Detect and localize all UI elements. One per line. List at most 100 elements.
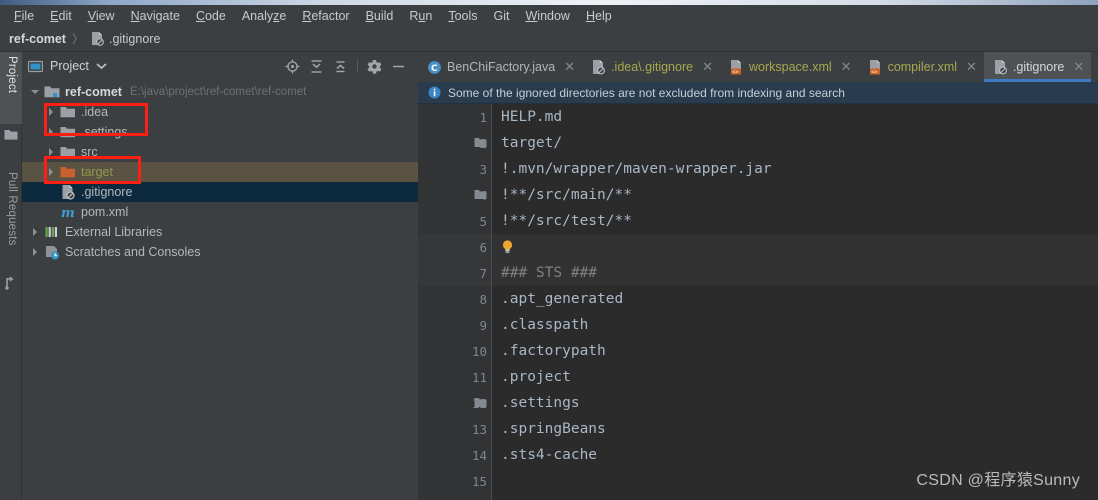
gutter-line-4[interactable]: 4 (418, 182, 491, 208)
menu-item-label: Run (409, 8, 433, 23)
close-icon[interactable]: ✕ (1073, 60, 1084, 73)
collapse-all-icon[interactable] (333, 59, 348, 74)
tree-node-scratches-and-consoles[interactable]: Scratches and Consoles (22, 242, 418, 262)
menu-item-window[interactable]: Window (517, 7, 577, 25)
menu-item-git[interactable]: Git (486, 7, 518, 25)
tree-node-label: target (81, 165, 113, 179)
editor-tab-idea-gitignore[interactable]: .idea\.gitignore ✕ (582, 52, 720, 82)
tree-node-pom-xml[interactable]: m pom.xml (22, 202, 418, 222)
breadcrumb-root[interactable]: ref-comet (9, 32, 66, 46)
chevron-right-icon[interactable] (30, 227, 41, 238)
code-line-2[interactable]: target/ (492, 130, 1098, 156)
project-panel-toolbar (285, 59, 412, 74)
menu-item-label: Edit (50, 8, 72, 23)
editor-tab-compiler-xml[interactable]: <> compiler.xml ✕ (859, 52, 984, 82)
menu-item-analyze[interactable]: Analyze (234, 7, 294, 25)
menu-item-tools[interactable]: Tools (440, 7, 485, 25)
fold-folder-icon[interactable] (474, 137, 487, 148)
menu-item-run[interactable]: Run (401, 7, 440, 25)
code-line-8[interactable]: .apt_generated (492, 286, 1098, 312)
tree-node-ref-comet[interactable]: ref-comet E:\java\project\ref-comet\ref-c… (22, 82, 418, 102)
breadcrumb-leaf-label[interactable]: .gitignore (109, 32, 160, 46)
menu-item-view[interactable]: View (80, 7, 123, 25)
menu-item-navigate[interactable]: Navigate (123, 7, 188, 25)
editor-code-lines[interactable]: HELP.md target/ !.mvn/wrapper/maven-wrappe… (492, 104, 1098, 500)
editor-tab-benchifactory-java[interactable]: C BenChiFactory.java ✕ (418, 52, 582, 82)
code-line-7[interactable]: ### STS ### (492, 260, 1098, 286)
gutter-line-12[interactable]: 12 (418, 390, 491, 416)
code-line-4[interactable]: !**/src/main/** (492, 182, 1098, 208)
menu-bar: File Edit View Navigate Code Analyze Refactor B… (0, 5, 1098, 26)
gutter-line-3[interactable]: 3 (418, 156, 491, 182)
module-folder-icon (44, 84, 60, 100)
close-icon[interactable]: ✕ (702, 60, 713, 73)
code-line-1[interactable]: HELP.md (492, 104, 1098, 130)
tree-node-settings[interactable]: .settings (22, 122, 418, 142)
tree-node-target[interactable]: target (22, 162, 418, 182)
chevron-right-icon[interactable] (30, 247, 41, 258)
code-editor[interactable]: 123456789101112131415 HELP.mdtarget/!.mv… (418, 104, 1098, 500)
chevron-right-icon[interactable] (46, 167, 57, 178)
chevron-down-icon[interactable] (96, 62, 107, 70)
menu-item-help[interactable]: Help (578, 7, 620, 25)
fold-folder-icon[interactable] (474, 189, 487, 200)
menu-item-code[interactable]: Code (188, 7, 234, 25)
code-line-11[interactable]: .project (492, 364, 1098, 390)
gutter-line-2[interactable]: 2 (418, 130, 491, 156)
code-line-3[interactable]: !.mvn/wrapper/maven-wrapper.jar (492, 156, 1098, 182)
hide-minimize-icon[interactable] (391, 59, 406, 74)
code-line-10[interactable]: .factorypath (492, 338, 1098, 364)
intention-bulb-icon[interactable] (501, 239, 514, 255)
fold-folder-icon[interactable] (474, 397, 487, 408)
gutter-line-9[interactable]: 9 (418, 312, 491, 338)
code-line-5[interactable]: !**/src/test/** (492, 208, 1098, 234)
code-line-12[interactable]: .settings (492, 390, 1098, 416)
chevron-right-icon[interactable] (46, 127, 57, 138)
tree-node-external-libraries[interactable]: External Libraries (22, 222, 418, 242)
chevron-right-icon[interactable] (46, 147, 57, 158)
notification-text: Some of the ignored directories are not … (448, 85, 845, 100)
gutter-line-8[interactable]: 8 (418, 286, 491, 312)
project-tree[interactable]: ref-comet E:\java\project\ref-comet\ref-c… (22, 80, 418, 500)
gutter-line-7[interactable]: 7 (418, 260, 491, 286)
tree-node-gitignore[interactable]: .gitignore (22, 182, 418, 202)
menu-item-refactor[interactable]: Refactor (294, 7, 357, 25)
gutter-line-1[interactable]: 1 (418, 104, 491, 130)
code-line-14[interactable]: .sts4-cache (492, 442, 1098, 468)
gutter-line-10[interactable]: 10 (418, 338, 491, 364)
scratches-icon (44, 244, 60, 260)
folder-orange-icon (60, 164, 76, 180)
gutter-line-14[interactable]: 14 (418, 442, 491, 468)
project-folder-icon (4, 128, 18, 142)
sidebar-item-pull-requests[interactable]: Pull Requests (0, 168, 22, 272)
chevron-down-icon[interactable] (30, 87, 41, 98)
tree-node-src[interactable]: src (22, 142, 418, 162)
code-line-6[interactable] (492, 234, 1098, 260)
gutter-line-11[interactable]: 11 (418, 364, 491, 390)
tree-node-label: ref-comet (65, 85, 122, 99)
close-icon[interactable]: ✕ (966, 60, 977, 73)
gutter-line-5[interactable]: 5 (418, 208, 491, 234)
chevron-right-icon[interactable] (46, 107, 57, 118)
editor-tab-gitignore[interactable]: .gitignore ✕ (983, 52, 1092, 82)
gutter-line-15[interactable]: 15 (418, 468, 491, 494)
sidebar-item-project[interactable]: Project (0, 52, 22, 124)
gutter-line-6[interactable]: 6 (418, 234, 491, 260)
close-icon[interactable]: ✕ (564, 60, 575, 73)
editor-gutter[interactable]: 123456789101112131415 (418, 104, 492, 500)
expand-all-icon[interactable] (309, 59, 324, 74)
code-line-text: !**/src/main/** (501, 187, 632, 203)
locate-icon[interactable] (285, 59, 300, 74)
project-view-icon (28, 59, 43, 74)
code-line-9[interactable]: .classpath (492, 312, 1098, 338)
menu-item-build[interactable]: Build (358, 7, 402, 25)
tree-node-idea[interactable]: .idea (22, 102, 418, 122)
menu-item-edit[interactable]: Edit (42, 7, 80, 25)
editor-tab-workspace-xml[interactable]: <> workspace.xml ✕ (720, 52, 859, 82)
gutter-line-13[interactable]: 13 (418, 416, 491, 442)
close-icon[interactable]: ✕ (841, 60, 852, 73)
editor-region: C BenChiFactory.java ✕ .idea\.gitignore ✕ <> w… (418, 52, 1098, 500)
menu-item-file[interactable]: File (6, 7, 42, 25)
code-line-13[interactable]: .springBeans (492, 416, 1098, 442)
settings-gear-icon[interactable] (367, 59, 382, 74)
